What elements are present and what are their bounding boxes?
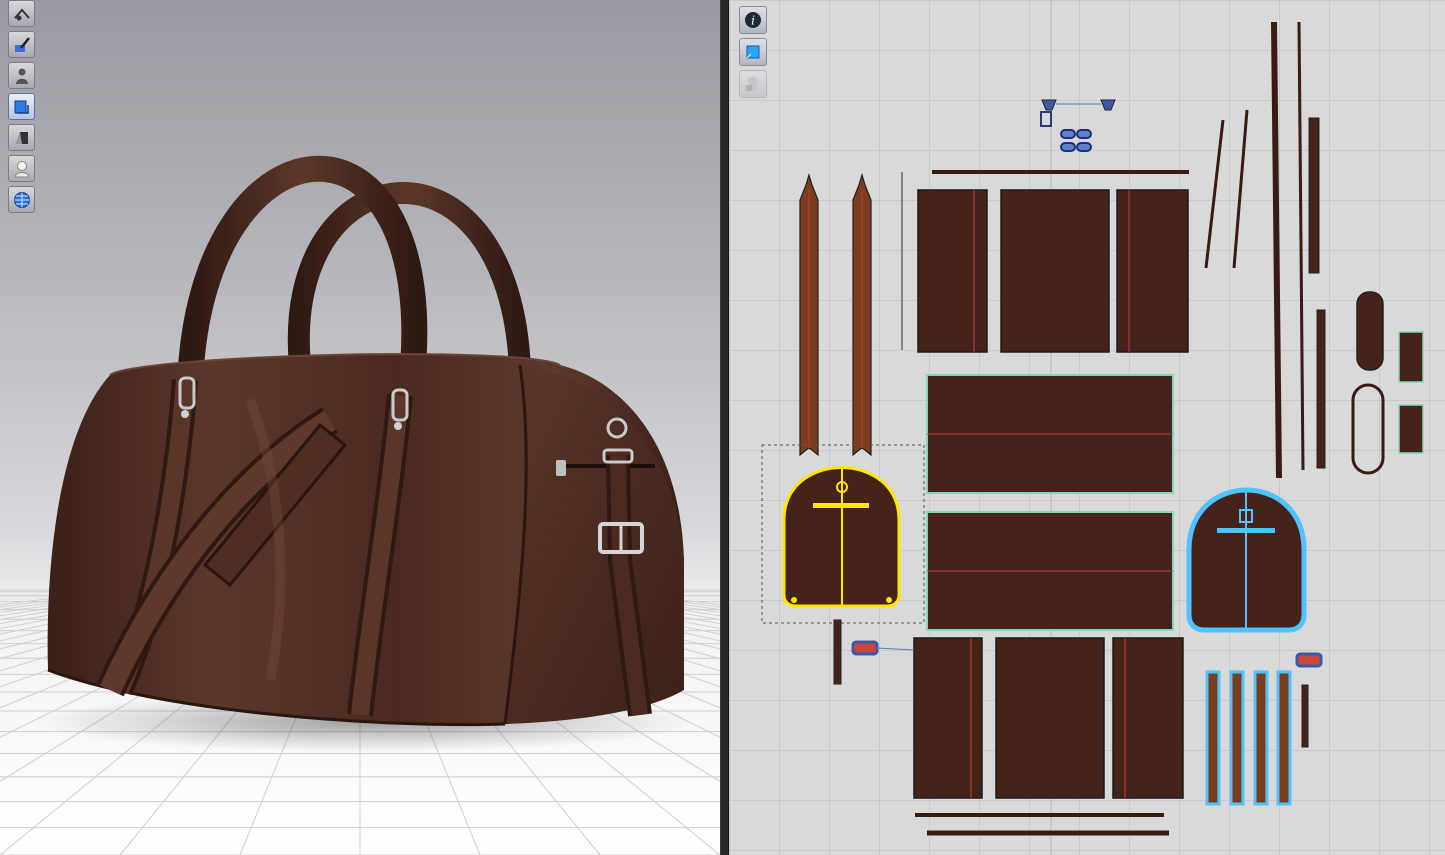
end-panel-mirrored[interactable] (1186, 487, 1307, 633)
texture-paint-button[interactable] (8, 31, 35, 58)
show-avatar-icon (13, 7, 30, 20)
globe-environment-button[interactable] (8, 186, 35, 213)
side-strap-a[interactable] (1308, 117, 1320, 274)
side-strap-b[interactable] (1316, 309, 1326, 469)
end-panel-selected[interactable] (782, 466, 901, 608)
ring-loop[interactable] (1351, 383, 1385, 475)
duffel-bag-3d-model[interactable] (0, 0, 720, 855)
2d-view-toolbar: i (739, 6, 769, 102)
garment-view-icon (14, 100, 29, 114)
buckle-tab-left[interactable] (851, 640, 879, 656)
handle-wrap[interactable] (1356, 291, 1384, 371)
bag-end-panel (505, 365, 684, 724)
front-pocket-panel[interactable] (1000, 189, 1110, 353)
handle-pattern-left[interactable] (799, 172, 819, 457)
small-tab-upper[interactable] (1398, 331, 1424, 383)
pattern-layout[interactable] (729, 0, 1445, 855)
avatar-silhouette-icon (15, 68, 28, 84)
locked-garment-icon (746, 77, 759, 91)
bottom-panel-left[interactable] (913, 637, 983, 799)
shaded-view-button[interactable] (8, 124, 35, 151)
side-pocket-right[interactable] (1116, 189, 1189, 353)
globe-environment-icon (13, 191, 30, 208)
side-pocket-left[interactable] (917, 189, 988, 353)
garment-view-button[interactable] (8, 93, 35, 120)
bottom-panel-center[interactable] (995, 637, 1105, 799)
info-icon: i (745, 12, 761, 28)
show-avatar-button[interactable] (8, 0, 35, 27)
right-rivet (394, 422, 402, 430)
texture-paint-icon (14, 36, 30, 52)
strap-pieces-group[interactable] (1205, 670, 1309, 806)
info-button[interactable]: i (739, 6, 767, 34)
svg-text:i: i (751, 14, 755, 28)
long-strap-2[interactable] (1297, 21, 1305, 471)
shaded-view-icon (15, 131, 28, 144)
d-ring-tabs[interactable] (1040, 99, 1116, 152)
left-rivet (181, 410, 189, 418)
avatar-silhouette-button[interactable] (8, 62, 35, 89)
avatar-head-button[interactable] (8, 155, 35, 182)
link-line (876, 647, 915, 651)
small-tab-lower[interactable] (1398, 404, 1424, 454)
thin-strap-2[interactable] (1232, 109, 1249, 269)
3d-view-toolbar (8, 0, 38, 217)
app-window: i (0, 0, 1445, 855)
panel-divider[interactable] (720, 0, 729, 855)
zipper-pull[interactable] (556, 460, 566, 476)
thin-strap-1[interactable] (1204, 119, 1225, 269)
handle-pattern-right[interactable] (852, 172, 872, 457)
bottom-panel-right[interactable] (1112, 637, 1184, 799)
pattern-layer-button[interactable] (739, 38, 767, 66)
3d-viewport[interactable] (0, 0, 720, 855)
avatar-head-icon (13, 160, 30, 177)
pattern-layer-icon (746, 45, 760, 59)
2d-pattern-viewport[interactable]: i (729, 0, 1445, 855)
long-strap-1[interactable] (1271, 21, 1282, 479)
locked-garment-button[interactable] (739, 70, 767, 98)
buckle-tab-right[interactable] (1295, 652, 1323, 668)
loop-strip[interactable] (833, 619, 842, 685)
